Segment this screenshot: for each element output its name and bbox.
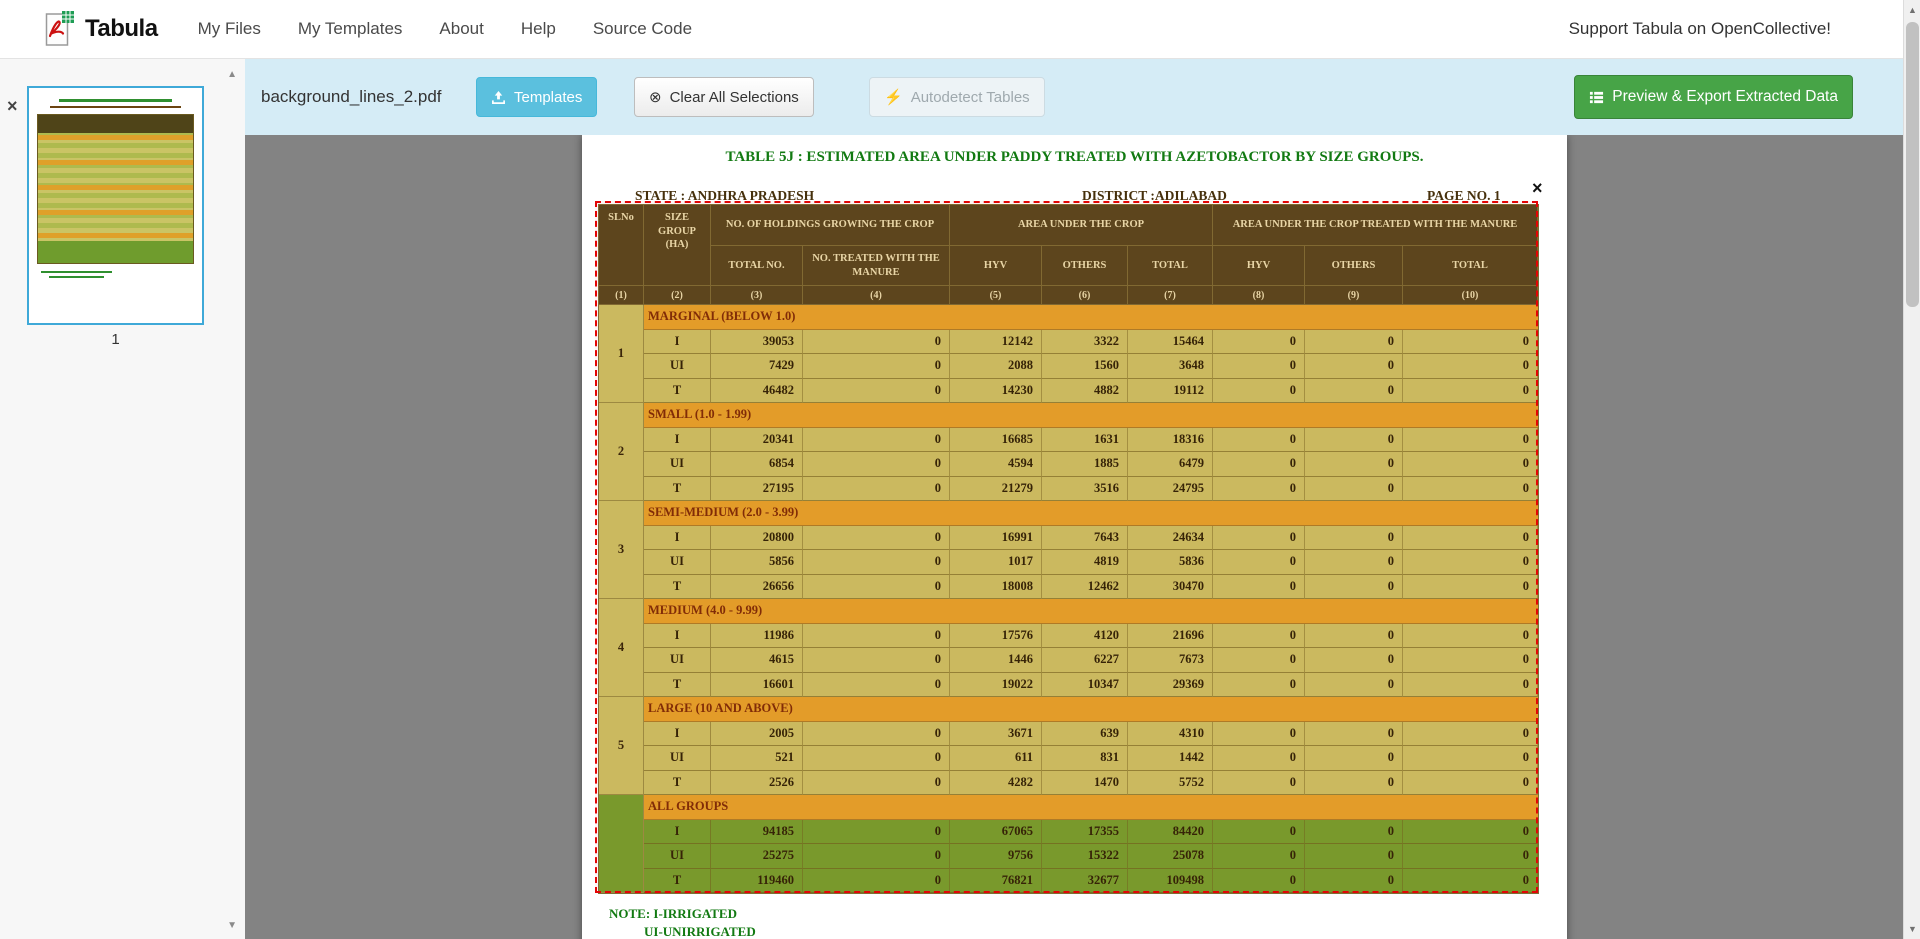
nav-help[interactable]: Help — [521, 19, 556, 39]
pdf-viewport: TABLE 5J : ESTIMATED AREA UNDER PADDY TR… — [245, 135, 1903, 939]
document-filename: background_lines_2.pdf — [261, 87, 442, 107]
templates-button-label: Templates — [514, 89, 582, 106]
sidebar-scroll-down-icon[interactable]: ▼ — [227, 920, 237, 931]
nav-about[interactable]: About — [439, 19, 483, 39]
nav-source-code[interactable]: Source Code — [593, 19, 692, 39]
upload-icon — [491, 90, 506, 105]
bolt-icon: ⚡ — [884, 90, 903, 105]
clear-button-label: Clear All Selections — [670, 89, 799, 106]
nav-my-files[interactable]: My Files — [198, 19, 261, 39]
scrollbar-up-icon[interactable]: ▲ — [1904, 2, 1920, 18]
pages-sidebar: × 1 ▲ ▼ — [0, 59, 245, 939]
page-number-label: 1 — [27, 331, 204, 348]
note-line-1: NOTE: I-IRRIGATED — [609, 905, 756, 923]
autodetect-tables-button[interactable]: ⚡ Autodetect Tables — [869, 77, 1045, 117]
autodetect-button-label: Autodetect Tables — [911, 89, 1030, 106]
thumbnail-meta-line — [50, 106, 182, 108]
nav-my-templates[interactable]: My Templates — [298, 19, 403, 39]
selection-box[interactable] — [595, 201, 1538, 893]
scrollbar-thumb[interactable] — [1906, 22, 1919, 307]
main-menu: My Files My Templates About Help Source … — [198, 19, 692, 39]
scrollbar-down-icon[interactable]: ▼ — [1904, 921, 1920, 937]
thumbnail-note-line — [49, 276, 104, 278]
remove-page-button[interactable]: × — [7, 97, 18, 115]
top-navbar: Tabula My Files My Templates About Help … — [0, 0, 1920, 59]
pdf-table-title: TABLE 5J : ESTIMATED AREA UNDER PADDY TR… — [582, 149, 1567, 166]
brand-title: Tabula — [85, 15, 158, 43]
tabula-app: Tabula My Files My Templates About Help … — [0, 0, 1920, 939]
page-thumbnail[interactable] — [27, 86, 204, 325]
sidebar-scroll-up-icon[interactable]: ▲ — [227, 69, 237, 80]
pdf-page-canvas[interactable]: TABLE 5J : ESTIMATED AREA UNDER PADDY TR… — [582, 135, 1567, 939]
selection-close-button[interactable]: × — [1532, 179, 1543, 197]
table-list-icon — [1589, 90, 1604, 105]
templates-button[interactable]: Templates — [476, 77, 597, 117]
clear-selections-icon: ⊗ — [649, 90, 662, 105]
preview-export-button[interactable]: Preview & Export Extracted Data — [1574, 75, 1853, 119]
tabula-logo-icon — [45, 10, 75, 48]
note-line-2: UI-UNIRRIGATED — [644, 923, 756, 939]
support-link[interactable]: Support Tabula on OpenCollective! — [1569, 19, 1831, 39]
export-button-label: Preview & Export Extracted Data — [1612, 88, 1838, 106]
clear-all-selections-button[interactable]: ⊗ Clear All Selections — [634, 77, 814, 117]
thumbnail-table-preview — [37, 114, 194, 264]
thumbnail-title-line — [59, 99, 172, 102]
thumbnail-note-line — [41, 271, 112, 273]
pdf-notes: NOTE: I-IRRIGATED UI-UNIRRIGATED — [609, 905, 756, 939]
selection-toolbar: background_lines_2.pdf Templates ⊗ Clear… — [245, 59, 1903, 135]
vertical-scrollbar[interactable]: ▲ ▼ — [1903, 0, 1920, 939]
brand-home-link[interactable]: Tabula — [45, 10, 158, 48]
